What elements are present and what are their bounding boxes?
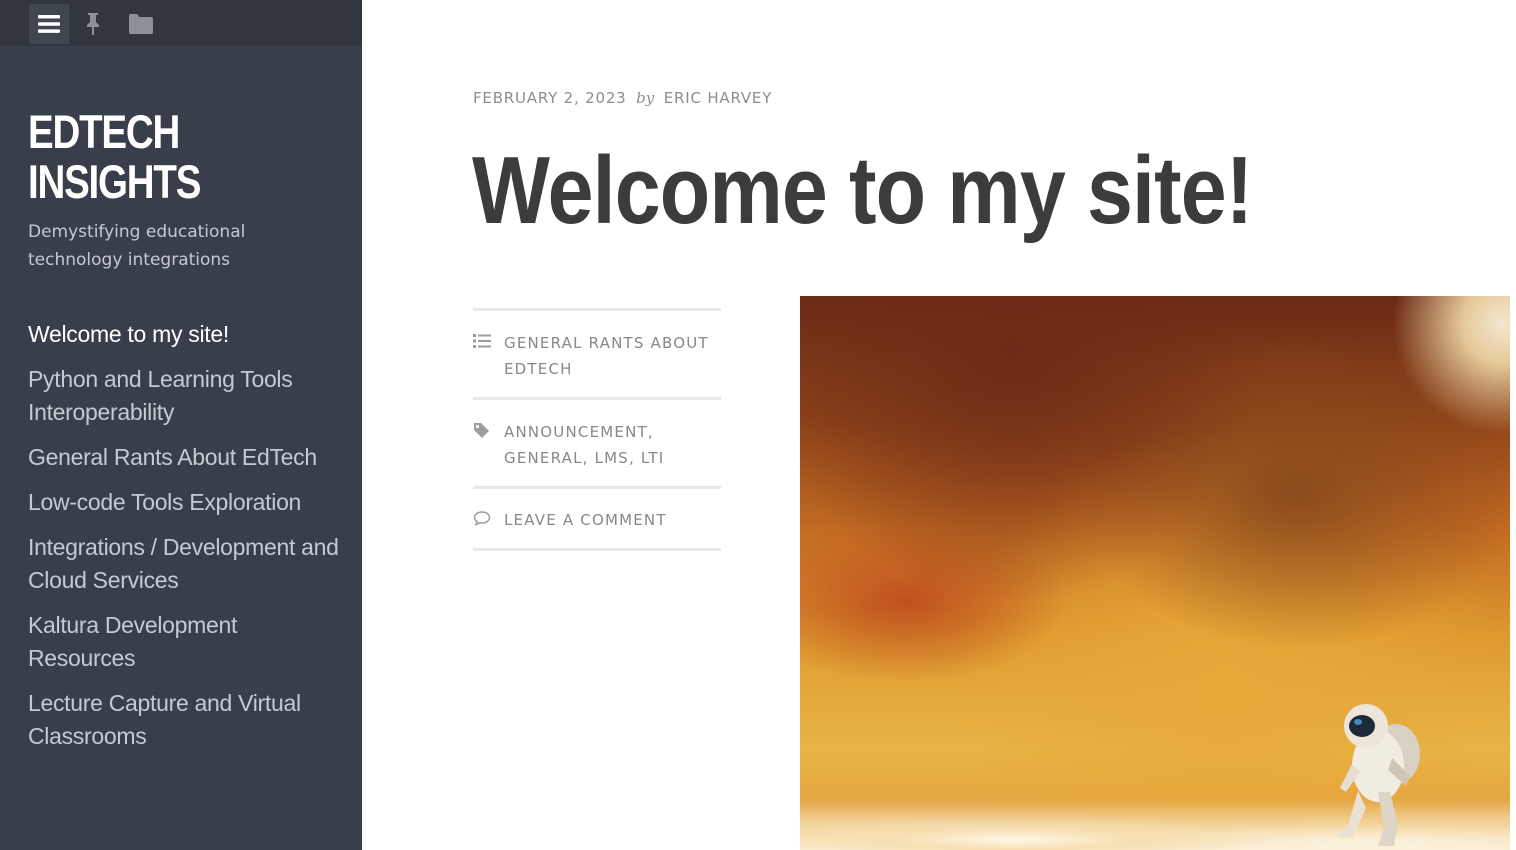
nav-item-lecture-capture[interactable]: Lecture Capture and Virtual Classrooms	[28, 687, 348, 753]
post-title: Welcome to my site!	[472, 137, 1253, 244]
astronaut-figure	[1336, 704, 1420, 846]
nav-item-integrations[interactable]: Integrations / Development and Cloud Ser…	[28, 531, 348, 597]
pin-button[interactable]	[73, 4, 113, 44]
nav-item-label: Integrations / Development and	[28, 534, 339, 560]
nav-item-general-rants[interactable]: General Rants About EdTech	[28, 441, 348, 474]
post-footer-meta: GENERAL RANTS ABOUT EDTECH ANNOUNCEMENT,…	[473, 308, 721, 551]
post-categories: GENERAL RANTS ABOUT EDTECH	[473, 308, 721, 397]
tag-icon	[474, 423, 489, 438]
sidebar: EDTECH INSIGHTS Demystifying educational…	[0, 0, 362, 850]
tag-links[interactable]: GENERAL, LMS, LTI	[504, 445, 721, 471]
post-by: by	[636, 89, 655, 107]
nav-item-label: General Rants About EdTech	[28, 444, 317, 470]
nav-item-label: Interoperability	[28, 399, 175, 425]
menu-button[interactable]	[29, 4, 69, 44]
site-title[interactable]: EDTECH INSIGHTS	[28, 107, 274, 207]
folder-icon	[129, 14, 153, 34]
sidebar-nav: Welcome to my site! Python and Learning …	[28, 318, 348, 765]
category-link[interactable]: EDTECH	[504, 356, 721, 382]
post-comments: LEAVE A COMMENT	[473, 486, 721, 551]
post-tags: ANNOUNCEMENT, GENERAL, LMS, LTI	[473, 397, 721, 486]
nav-item-label: Classrooms	[28, 723, 147, 749]
site-title-line2: INSIGHTS	[28, 155, 201, 208]
nav-item-welcome[interactable]: Welcome to my site!	[28, 318, 348, 351]
nav-item-label: Cloud Services	[28, 567, 179, 593]
nav-item-label: Welcome to my site!	[28, 321, 229, 347]
post-meta: FEBRUARY 2, 2023 by ERIC HARVEY	[473, 89, 772, 107]
site-description-line2: technology integrations	[28, 250, 231, 270]
site-description: Demystifying educational technology inte…	[28, 218, 288, 274]
tag-links[interactable]: ANNOUNCEMENT,	[504, 419, 721, 445]
list-icon	[473, 334, 491, 348]
pin-icon	[87, 13, 99, 35]
menu-icon	[38, 15, 60, 33]
category-link[interactable]: GENERAL RANTS ABOUT	[504, 330, 721, 356]
nav-item-python-lti[interactable]: Python and Learning Tools Interoperabili…	[28, 363, 348, 429]
site-title-line1: EDTECH	[28, 105, 180, 158]
featured-image	[800, 296, 1510, 850]
nav-item-label: Kaltura Development Resources	[28, 612, 238, 671]
nav-item-label: Lecture Capture and Virtual	[28, 690, 301, 716]
nav-item-low-code[interactable]: Low-code Tools Exploration	[28, 486, 348, 519]
comment-icon	[473, 511, 491, 526]
folder-button[interactable]	[121, 4, 161, 44]
nav-item-label: Low-code Tools Exploration	[28, 489, 302, 515]
leave-comment-link[interactable]: LEAVE A COMMENT	[504, 507, 721, 533]
post-date-link[interactable]: FEBRUARY 2, 2023	[473, 89, 627, 107]
sidebar-toolbar	[0, 0, 362, 46]
site-description-line1: Demystifying educational	[28, 222, 246, 242]
nav-item-kaltura[interactable]: Kaltura Development Resources	[28, 609, 348, 675]
post-author-link[interactable]: ERIC HARVEY	[664, 89, 772, 107]
nav-item-label: Python and Learning Tools	[28, 366, 293, 392]
